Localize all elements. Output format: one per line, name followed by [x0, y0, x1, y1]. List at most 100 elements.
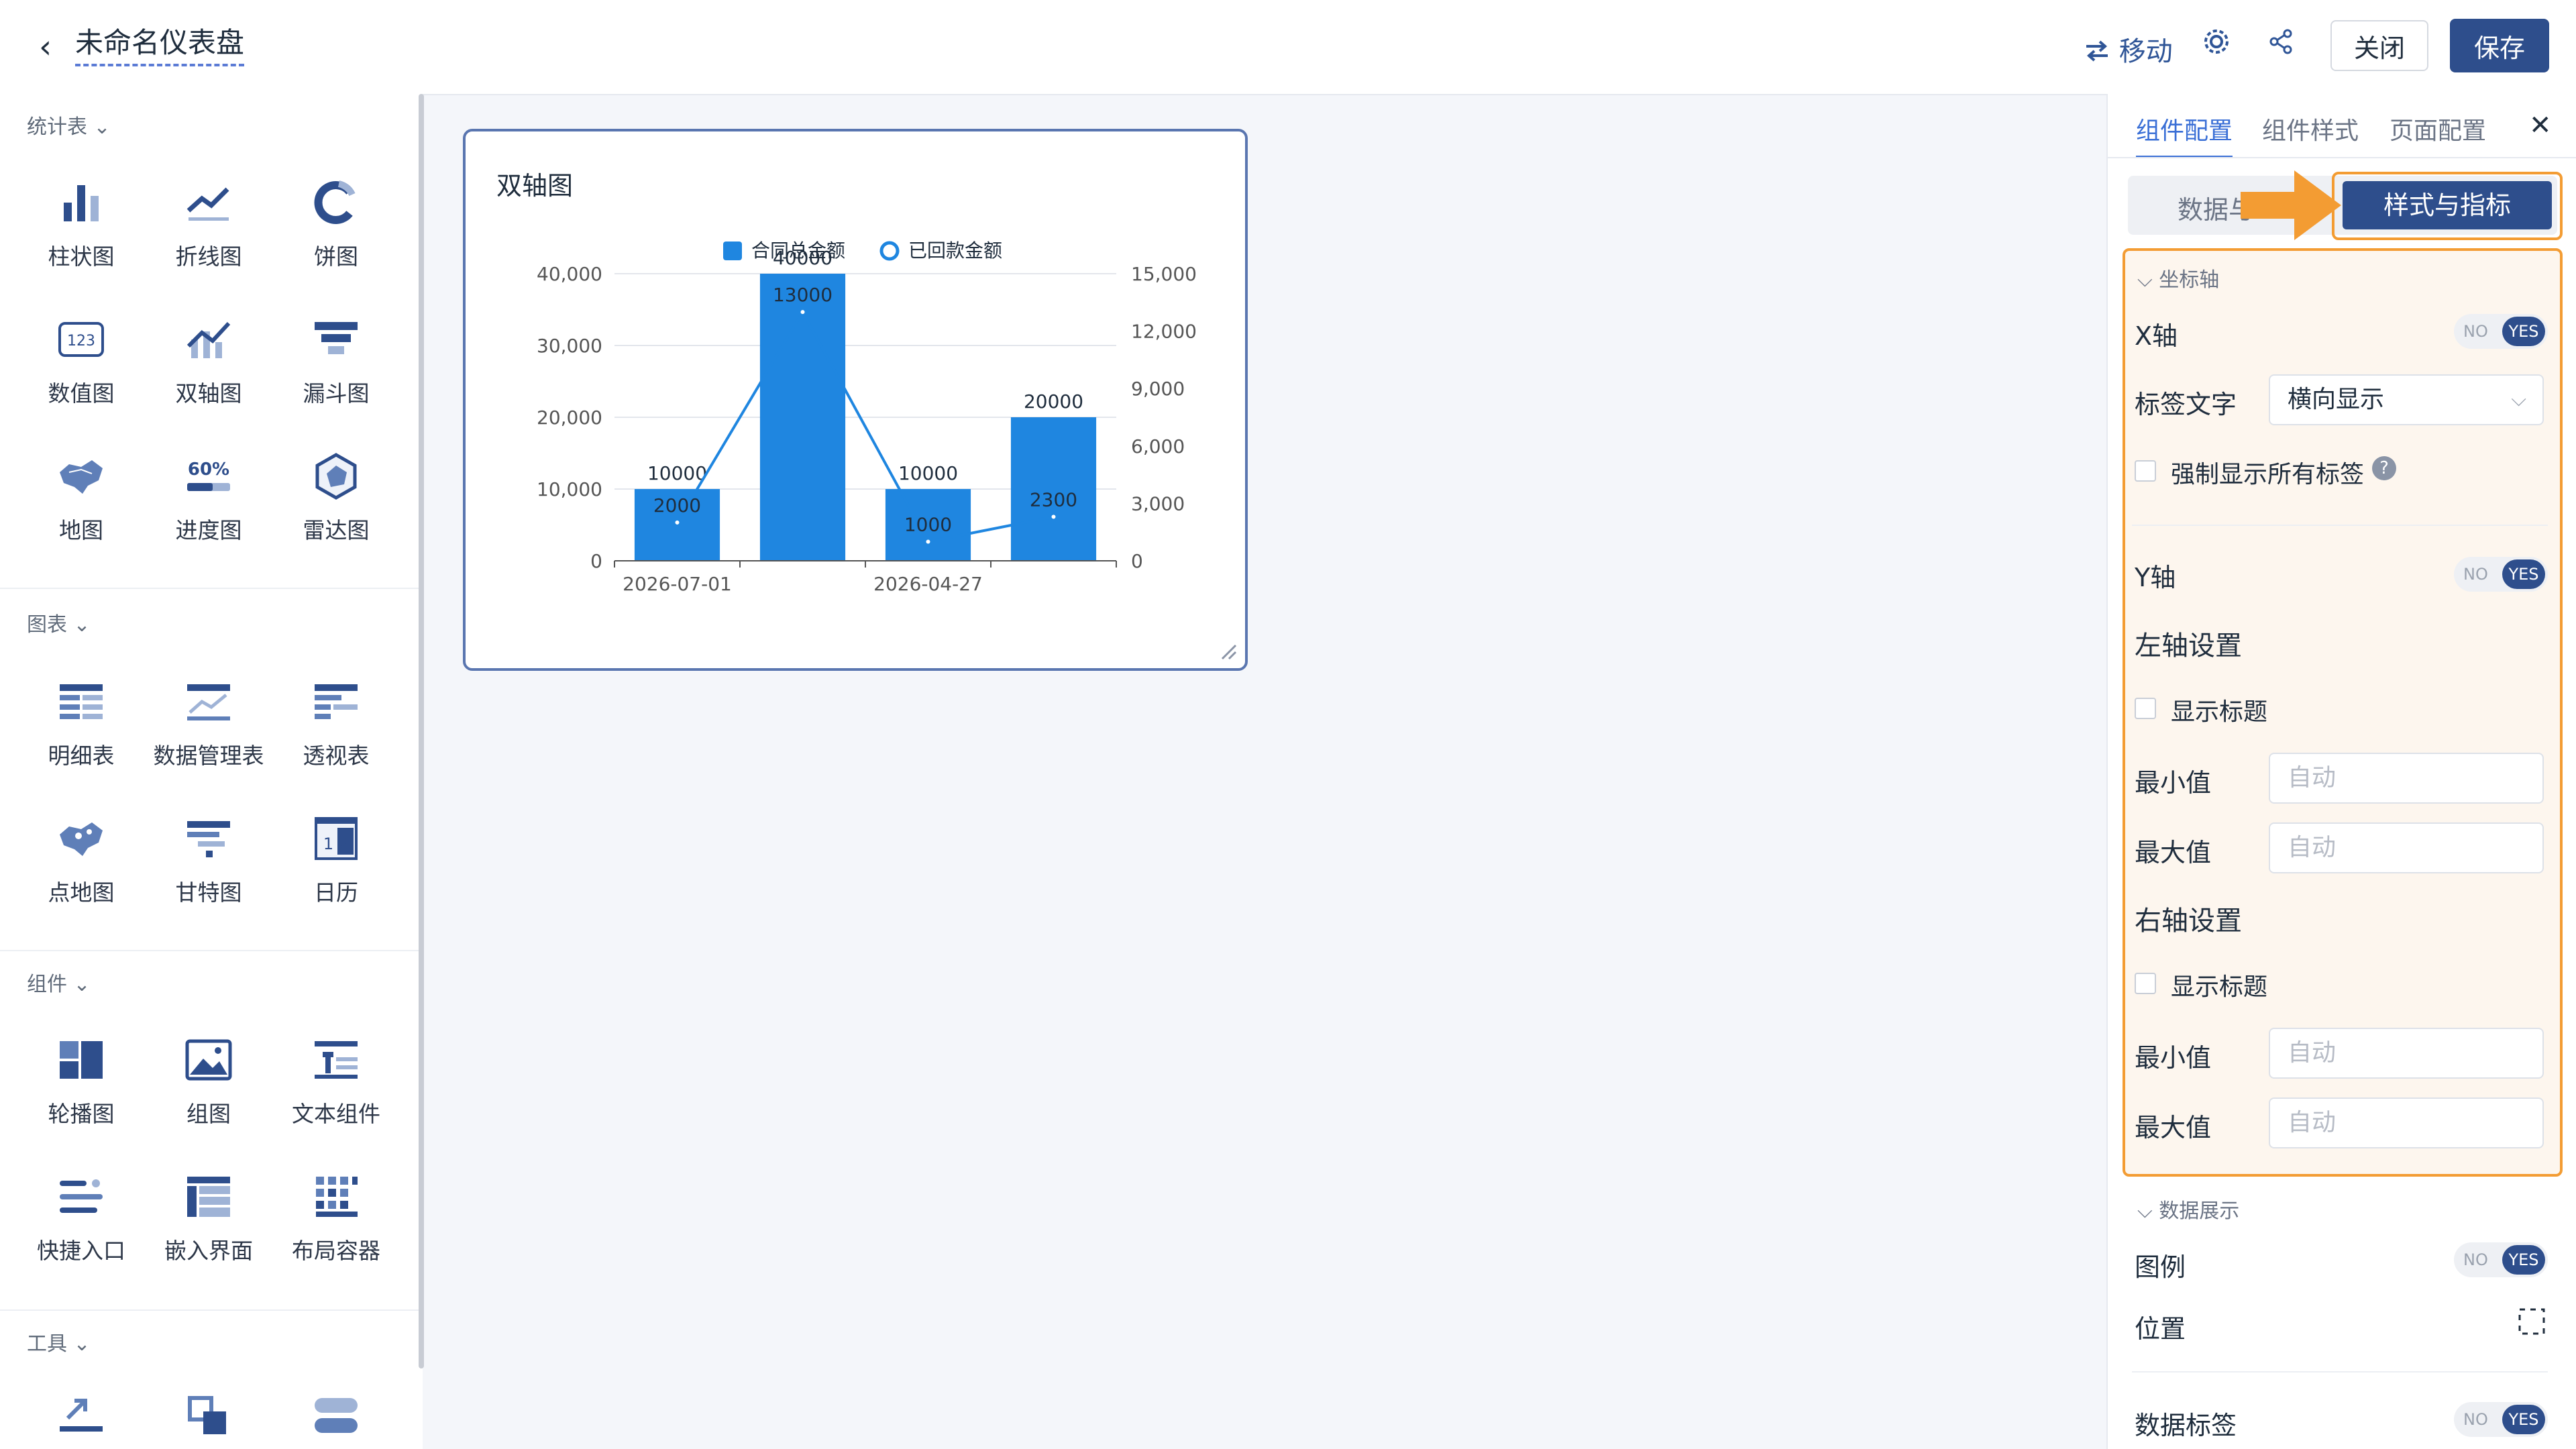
sidebar-scrollbar[interactable]	[419, 94, 424, 1368]
shortcut-icon	[60, 1179, 103, 1213]
tile-layout-container[interactable]: 布局容器	[279, 1163, 393, 1277]
left-max-input[interactable]: 自动	[2269, 822, 2544, 873]
tile-tool-1[interactable]	[24, 1382, 138, 1436]
x-axis-toggle[interactable]: NO YES	[2454, 314, 2548, 349]
tile-shortcut-entry[interactable]: 快捷入口	[24, 1163, 138, 1277]
help-icon[interactable]: ?	[2372, 456, 2396, 480]
subtab-style-metrics[interactable]: 样式与指标	[2343, 181, 2552, 229]
tile-text-component[interactable]: 文本组件	[279, 1026, 393, 1140]
toggle-no: NO	[2463, 322, 2488, 341]
right-axis-settings-title: 右轴设置	[2135, 906, 2242, 936]
tile-label: 数值图	[48, 380, 115, 407]
left-axis-tick-label: 0	[590, 550, 602, 572]
move-button[interactable]: 移动	[2084, 30, 2173, 68]
share-icon[interactable]	[2266, 27, 2296, 64]
resize-handle-icon[interactable]	[1218, 641, 1238, 661]
right-max-input[interactable]: 自动	[2269, 1097, 2544, 1148]
tile-dual-axis-chart[interactable]: 双轴图	[152, 306, 266, 420]
layout-container-icon	[316, 1177, 358, 1217]
dashboard-title[interactable]: 未命名仪表盘	[75, 20, 245, 66]
tile-tool-3[interactable]	[279, 1382, 393, 1436]
left-min-input[interactable]: 自动	[2269, 753, 2544, 804]
force-show-labels-label: 强制显示所有标签	[2171, 461, 2365, 488]
tile-number-chart[interactable]: 123 数值图	[24, 306, 138, 420]
tile-label: 轮播图	[48, 1101, 115, 1127]
tile-label: 雷达图	[303, 517, 370, 543]
tile-embed-interface[interactable]: 嵌入界面	[152, 1163, 266, 1277]
line-point	[675, 520, 680, 525]
tile-pivot-table[interactable]: 透视表	[279, 668, 393, 782]
radar-chart-icon	[315, 453, 357, 500]
tile-bar-chart[interactable]: 柱状图	[24, 169, 138, 283]
divider	[2132, 525, 2548, 526]
y-axis-toggle[interactable]: NO YES	[2454, 557, 2548, 592]
close-button[interactable]: 关闭	[2330, 20, 2428, 71]
bar-chart-icon	[64, 185, 99, 221]
tile-image-group[interactable]: 组图	[152, 1026, 266, 1140]
section-components-header[interactable]: 组件 ⌄	[27, 967, 91, 997]
tile-label: 透视表	[303, 743, 370, 769]
tool-jump-icon	[60, 1399, 103, 1432]
tile-map-chart[interactable]: 地图	[24, 443, 138, 557]
progress-chart-icon: 60%	[187, 460, 230, 491]
tile-detail-table[interactable]: 明细表	[24, 668, 138, 782]
tab-component-config[interactable]: 组件配置	[2136, 111, 2233, 158]
label-text-label: 标签文字	[2135, 390, 2237, 419]
tile-gantt-chart[interactable]: 甘特图	[152, 805, 266, 919]
tile-line-chart[interactable]: 折线图	[152, 169, 266, 283]
legend-label: 已回款金额	[908, 239, 1002, 262]
tile-tool-2[interactable]	[152, 1382, 266, 1436]
settings-gear-icon[interactable]	[2202, 27, 2231, 64]
bar-data-label: 40000	[773, 247, 833, 269]
axis-section-header[interactable]: ⌵ 坐标轴	[2137, 263, 2219, 292]
tile-pie-chart[interactable]: 饼图	[279, 169, 393, 283]
legend-swatch-line	[879, 241, 900, 261]
save-button[interactable]: 保存	[2450, 19, 2549, 72]
position-picker-icon[interactable]	[2517, 1307, 2546, 1336]
legend-toggle[interactable]: NO YES	[2454, 1242, 2548, 1277]
data-label-label: 数据标签	[2135, 1411, 2237, 1440]
panel-tab-divider	[2106, 157, 2576, 158]
tile-point-map[interactable]: 点地图	[24, 805, 138, 919]
funnel-chart-icon	[315, 322, 358, 354]
tile-label: 饼图	[314, 244, 358, 270]
x-axis-label: X轴	[2135, 321, 2178, 351]
tile-calendar[interactable]: 1 2 日历	[279, 805, 393, 919]
data-label-toggle[interactable]: NO YES	[2454, 1402, 2548, 1437]
section-stats-header[interactable]: 统计表 ⌄	[27, 110, 111, 140]
left-show-title-checkbox[interactable]	[2135, 698, 2156, 719]
tile-carousel[interactable]: 轮播图	[24, 1026, 138, 1140]
tile-label: 柱状图	[48, 244, 115, 270]
section-tools-header[interactable]: 工具 ⌄	[27, 1327, 91, 1356]
text-component-icon	[315, 1041, 358, 1079]
calendar-icon-text: 1 2	[323, 835, 349, 853]
toggle-yes: YES	[2502, 559, 2545, 589]
force-show-labels-checkbox[interactable]	[2135, 460, 2156, 482]
tile-data-management-table[interactable]: 数据管理表	[152, 668, 266, 782]
tile-progress-chart[interactable]: 60% 进度图	[152, 443, 266, 557]
tile-label: 嵌入界面	[164, 1238, 253, 1264]
position-label: 位置	[2135, 1314, 2186, 1344]
right-axis-tick-label: 9,000	[1131, 378, 1185, 400]
section-charts-header[interactable]: 图表 ⌄	[27, 608, 91, 637]
right-min-input[interactable]: 自动	[2269, 1028, 2544, 1079]
right-axis-tick-label: 0	[1131, 550, 1143, 572]
legend-label: 图例	[2135, 1252, 2186, 1282]
tile-funnel-chart[interactable]: 漏斗图	[279, 306, 393, 420]
right-show-title-checkbox[interactable]	[2135, 973, 2156, 994]
dual-axis-chart-card[interactable]: 双轴图 合同总金额 已回款金额 10000 40000 10000 20000 2000…	[463, 129, 1248, 671]
tab-page-config[interactable]: 页面配置	[2390, 111, 2486, 146]
close-panel-icon[interactable]: ✕	[2529, 110, 2552, 141]
tab-component-style[interactable]: 组件样式	[2262, 111, 2359, 146]
number-icon-text: 123	[67, 333, 95, 350]
back-icon[interactable]: ‹	[39, 28, 52, 66]
line-point	[1051, 515, 1056, 519]
left-axis-tick-label: 40,000	[537, 263, 602, 285]
tile-radar-chart[interactable]: 雷达图	[279, 443, 393, 557]
line-data-label: 2300	[1030, 488, 1077, 511]
left-axis-tick-label: 30,000	[537, 335, 602, 357]
point-map-icon	[60, 822, 103, 856]
data-display-section-header[interactable]: ⌵ 数据展示	[2137, 1194, 2239, 1224]
line-data-label: 2000	[653, 494, 701, 517]
label-text-select[interactable]: 横向显示 ⌵	[2269, 374, 2544, 425]
